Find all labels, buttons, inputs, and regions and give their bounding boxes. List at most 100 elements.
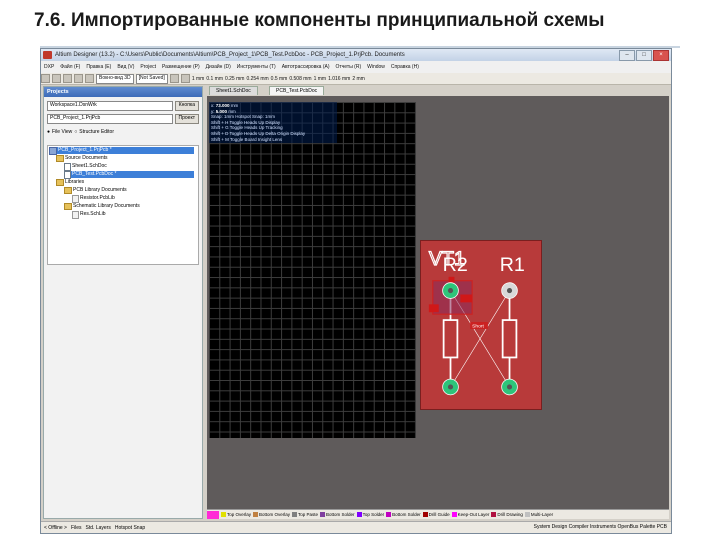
unit-0[interactable]: 1 mm — [192, 76, 205, 82]
workspace-button[interactable]: Кнопка — [174, 100, 199, 111]
menu-reports[interactable]: Отчеты (R) — [333, 64, 365, 70]
tree-node-libraries[interactable]: Libraries — [56, 179, 84, 186]
tree-node-project[interactable]: PCB_Project_1.PrjPcb * — [49, 146, 194, 155]
projects-panel: Projects Workspace1.DsnWrk Кнопка PCB_Pr… — [43, 86, 203, 519]
window-title: Altium Designer (13.2) - C:\Users\Public… — [55, 52, 405, 58]
tree-node-pcb-library-docs[interactable]: PCB Library Documents — [64, 187, 127, 194]
menu-project[interactable]: Project — [137, 64, 159, 70]
undo-icon[interactable] — [169, 74, 179, 83]
layer-tab-bottom-overlay[interactable]: Bottom Overlay — [253, 512, 290, 518]
vt1-pad-1 — [428, 304, 439, 313]
schlib-file-icon — [72, 210, 79, 219]
zoom-icon[interactable] — [85, 74, 94, 83]
maximize-button[interactable]: □ — [636, 50, 652, 61]
layer-tab-top-solder[interactable]: Top Solder — [356, 512, 384, 518]
minimize-button[interactable]: – — [619, 50, 635, 61]
altium-app-icon — [43, 51, 52, 59]
unit-1[interactable]: 0.1 mm — [206, 76, 223, 82]
view-mode-row: ● File View ○ Structure Editor — [47, 127, 199, 136]
view-mode-select[interactable]: Вокно-вид 3D — [96, 73, 134, 84]
layer-tab-top-paste[interactable]: Top Paste — [292, 512, 318, 518]
vt1-pad-3 — [448, 276, 455, 283]
status-std-layers[interactable]: Std. Layers — [86, 525, 111, 531]
menu-autoroute[interactable]: Автотрассировка (A) — [279, 64, 333, 70]
view-config-select[interactable]: [Not Saved] — [135, 73, 168, 84]
tab-sheet1[interactable]: Sheet1.SchDoc — [209, 86, 258, 95]
status-hotspot-snap[interactable]: Hotspot Snap — [115, 525, 145, 531]
unit-4[interactable]: 0.5 mm — [271, 76, 288, 82]
pcb-grid-area[interactable] — [209, 102, 416, 438]
layer-tab-top-overlay[interactable]: Top Overlay — [221, 512, 251, 518]
layer-tab-bottom-solder-1[interactable]: Bottom Solder — [320, 512, 355, 518]
menu-view[interactable]: Вид (V) — [114, 64, 137, 70]
layer-tab-multi-layer[interactable]: Multi-Layer — [524, 512, 553, 518]
file-view-radio[interactable]: ● — [47, 129, 50, 135]
unit-6[interactable]: 1 mm — [314, 76, 327, 82]
altium-window: Altium Designer (13.2) - C:\Users\Public… — [40, 48, 672, 534]
r2-silkscreen-body — [442, 319, 459, 359]
menu-help[interactable]: Справка (H) — [388, 64, 422, 70]
open-file-icon[interactable] — [52, 74, 61, 83]
unit-5[interactable]: 0.508 mm — [289, 76, 311, 82]
status-offline[interactable]: < Offline > — [44, 525, 67, 531]
hud-shortcut-3: Shift + M Toggle Board Insight Lens — [211, 136, 283, 142]
schematic-doc-icon — [64, 162, 71, 171]
status-panels[interactable]: System Design Compiler Instruments OpenB… — [534, 524, 667, 530]
project-tree: PCB_Project_1.PrjPcb * Source Documents … — [47, 145, 199, 265]
menu-place[interactable]: Размещение (P) — [159, 64, 203, 70]
unit-2[interactable]: 0.25 mm — [225, 76, 244, 82]
save-icon[interactable] — [63, 74, 72, 83]
vt1-pad-2 — [460, 294, 473, 303]
tree-node-schematic-library-docs[interactable]: Schematic Library Documents — [64, 203, 140, 210]
folder-icon — [64, 187, 72, 194]
designator-r2: R2 — [443, 254, 468, 276]
layer-tab-bottom-solder-2[interactable]: Bottom Solder — [386, 512, 421, 518]
menu-dxp[interactable]: DXP — [41, 64, 57, 70]
folder-icon — [64, 203, 72, 210]
unit-3[interactable]: 0.254 mm — [246, 76, 268, 82]
redo-icon[interactable] — [180, 74, 190, 83]
close-button[interactable]: × — [653, 50, 669, 61]
tree-node-source-documents[interactable]: Source Documents — [56, 155, 108, 162]
structure-editor-radio[interactable]: ○ — [74, 129, 77, 135]
project-row: PCB_Project_1.PrjPcb Проект — [47, 113, 199, 124]
short-marker: Short — [472, 323, 484, 329]
pcb-board[interactable]: VT1 R2 R1 Short — [420, 240, 542, 410]
menu-edit[interactable]: Правка (E) — [83, 64, 114, 70]
pcb-editor-canvas[interactable]: x: 73.000 mm y: 5.000 mm Snap: 1mm Hotsp… — [207, 96, 669, 509]
menu-design[interactable]: Дизайн (D) — [203, 64, 234, 70]
pcb-doc-icon — [64, 170, 71, 179]
project-button[interactable]: Проект — [174, 113, 199, 124]
tab-pcb-test[interactable]: PCB_Test.PcbDoc — [269, 86, 325, 95]
structure-editor-label: Structure Editor — [79, 128, 115, 135]
status-files[interactable]: Files — [71, 525, 82, 531]
unit-7[interactable]: 1.016 mm — [328, 76, 350, 82]
designator-r1: R1 — [500, 254, 525, 276]
layer-tab-drill-guide[interactable]: Drill Guide — [422, 512, 450, 518]
workspace-select[interactable]: Workspace1.DsnWrk — [47, 100, 173, 111]
window-controls: – □ × — [619, 50, 669, 61]
folder-icon — [56, 179, 64, 186]
menu-tools[interactable]: Инструменты (T) — [234, 64, 279, 70]
menu-file[interactable]: Файл (F) — [57, 64, 83, 70]
tree-node-pcb-test[interactable]: PCB_Test.PcbDoc * — [64, 170, 194, 179]
project-field[interactable]: PCB_Project_1.PrjPcb — [47, 113, 173, 124]
active-layer-swatch[interactable] — [207, 510, 219, 519]
file-view-label: File View — [52, 128, 73, 135]
layer-tab-drill-drawing[interactable]: Drill Drawing — [491, 512, 523, 518]
unit-8[interactable]: 2 mm — [352, 76, 365, 82]
new-file-icon[interactable] — [41, 74, 50, 83]
tree-node-resistor-pcblib[interactable]: Resistor.PcbLib — [72, 194, 115, 203]
tree-node-sheet1[interactable]: Sheet1.SchDoc — [64, 162, 107, 171]
window-titlebar[interactable]: Altium Designer (13.2) - C:\Users\Public… — [41, 49, 671, 61]
layer-tab-keep-out[interactable]: Keep-Out Layer — [451, 512, 489, 518]
print-icon[interactable] — [74, 74, 83, 83]
project-icon — [49, 146, 57, 155]
main-toolbar: Вокно-вид 3D [Not Saved] 1 mm 0.1 mm 0.2… — [41, 73, 671, 85]
layer-tabs-bar: Top Overlay Bottom Overlay Top Paste Bot… — [207, 509, 669, 519]
menu-window[interactable]: Window — [364, 64, 388, 70]
tree-node-res-schlib[interactable]: Res.SchLib — [72, 210, 106, 219]
workspace-row: Workspace1.DsnWrk Кнопка — [47, 100, 199, 111]
heads-up-display: x: 73.000 mm y: 5.000 mm Snap: 1mm Hotsp… — [209, 102, 337, 144]
slide-title: 7.6. Импортированные компоненты принципи… — [34, 10, 605, 31]
